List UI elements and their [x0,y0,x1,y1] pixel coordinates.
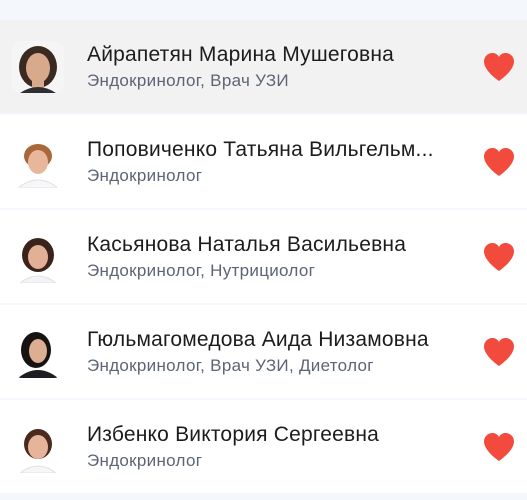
doctor-avatar [12,40,64,93]
doctor-avatar [12,325,64,378]
doctor-row[interactable]: Избенко Виктория Сергеевна Эндокринолог [0,400,527,493]
doctor-specialty: Эндокринолог [87,165,203,185]
doctor-list: Айрапетян Марина Мушеговна Эндокринолог,… [0,20,527,493]
doctor-row[interactable]: Айрапетян Марина Мушеговна Эндокринолог,… [0,20,527,113]
doctor-name: Избенко Виктория Сергеевна [87,422,380,446]
doctor-name: Айрапетян Марина Мушеговна [87,42,395,66]
doctor-avatar [12,230,64,283]
heart-icon[interactable] [483,147,515,177]
doctor-row[interactable]: Касьянова Наталья Васильевна Эндокриноло… [0,210,527,303]
doctor-specialty: Эндокринолог, Врач УЗИ, Диетолог [87,355,374,375]
doctor-name: Касьянова Наталья Васильевна [87,232,407,256]
doctor-specialty: Эндокринолог [87,450,203,470]
doctor-name: Гюльмагомедова Аида Низамовна [87,327,429,351]
heart-icon[interactable] [483,432,515,462]
heart-icon[interactable] [483,52,515,82]
doctor-specialty: Эндокринолог, Нутрициолог [87,260,316,280]
doctor-name: Поповиченко Татьяна Вильгельм... [87,137,434,161]
doctor-avatar [12,135,64,188]
heart-icon[interactable] [483,337,515,367]
doctor-specialty: Эндокринолог, Врач УЗИ [87,70,289,90]
doctor-row[interactable]: Поповиченко Татьяна Вильгельм... Эндокри… [0,115,527,208]
doctor-avatar [12,420,64,473]
doctor-row[interactable]: Гюльмагомедова Аида Низамовна Эндокринол… [0,305,527,398]
heart-icon[interactable] [483,242,515,272]
